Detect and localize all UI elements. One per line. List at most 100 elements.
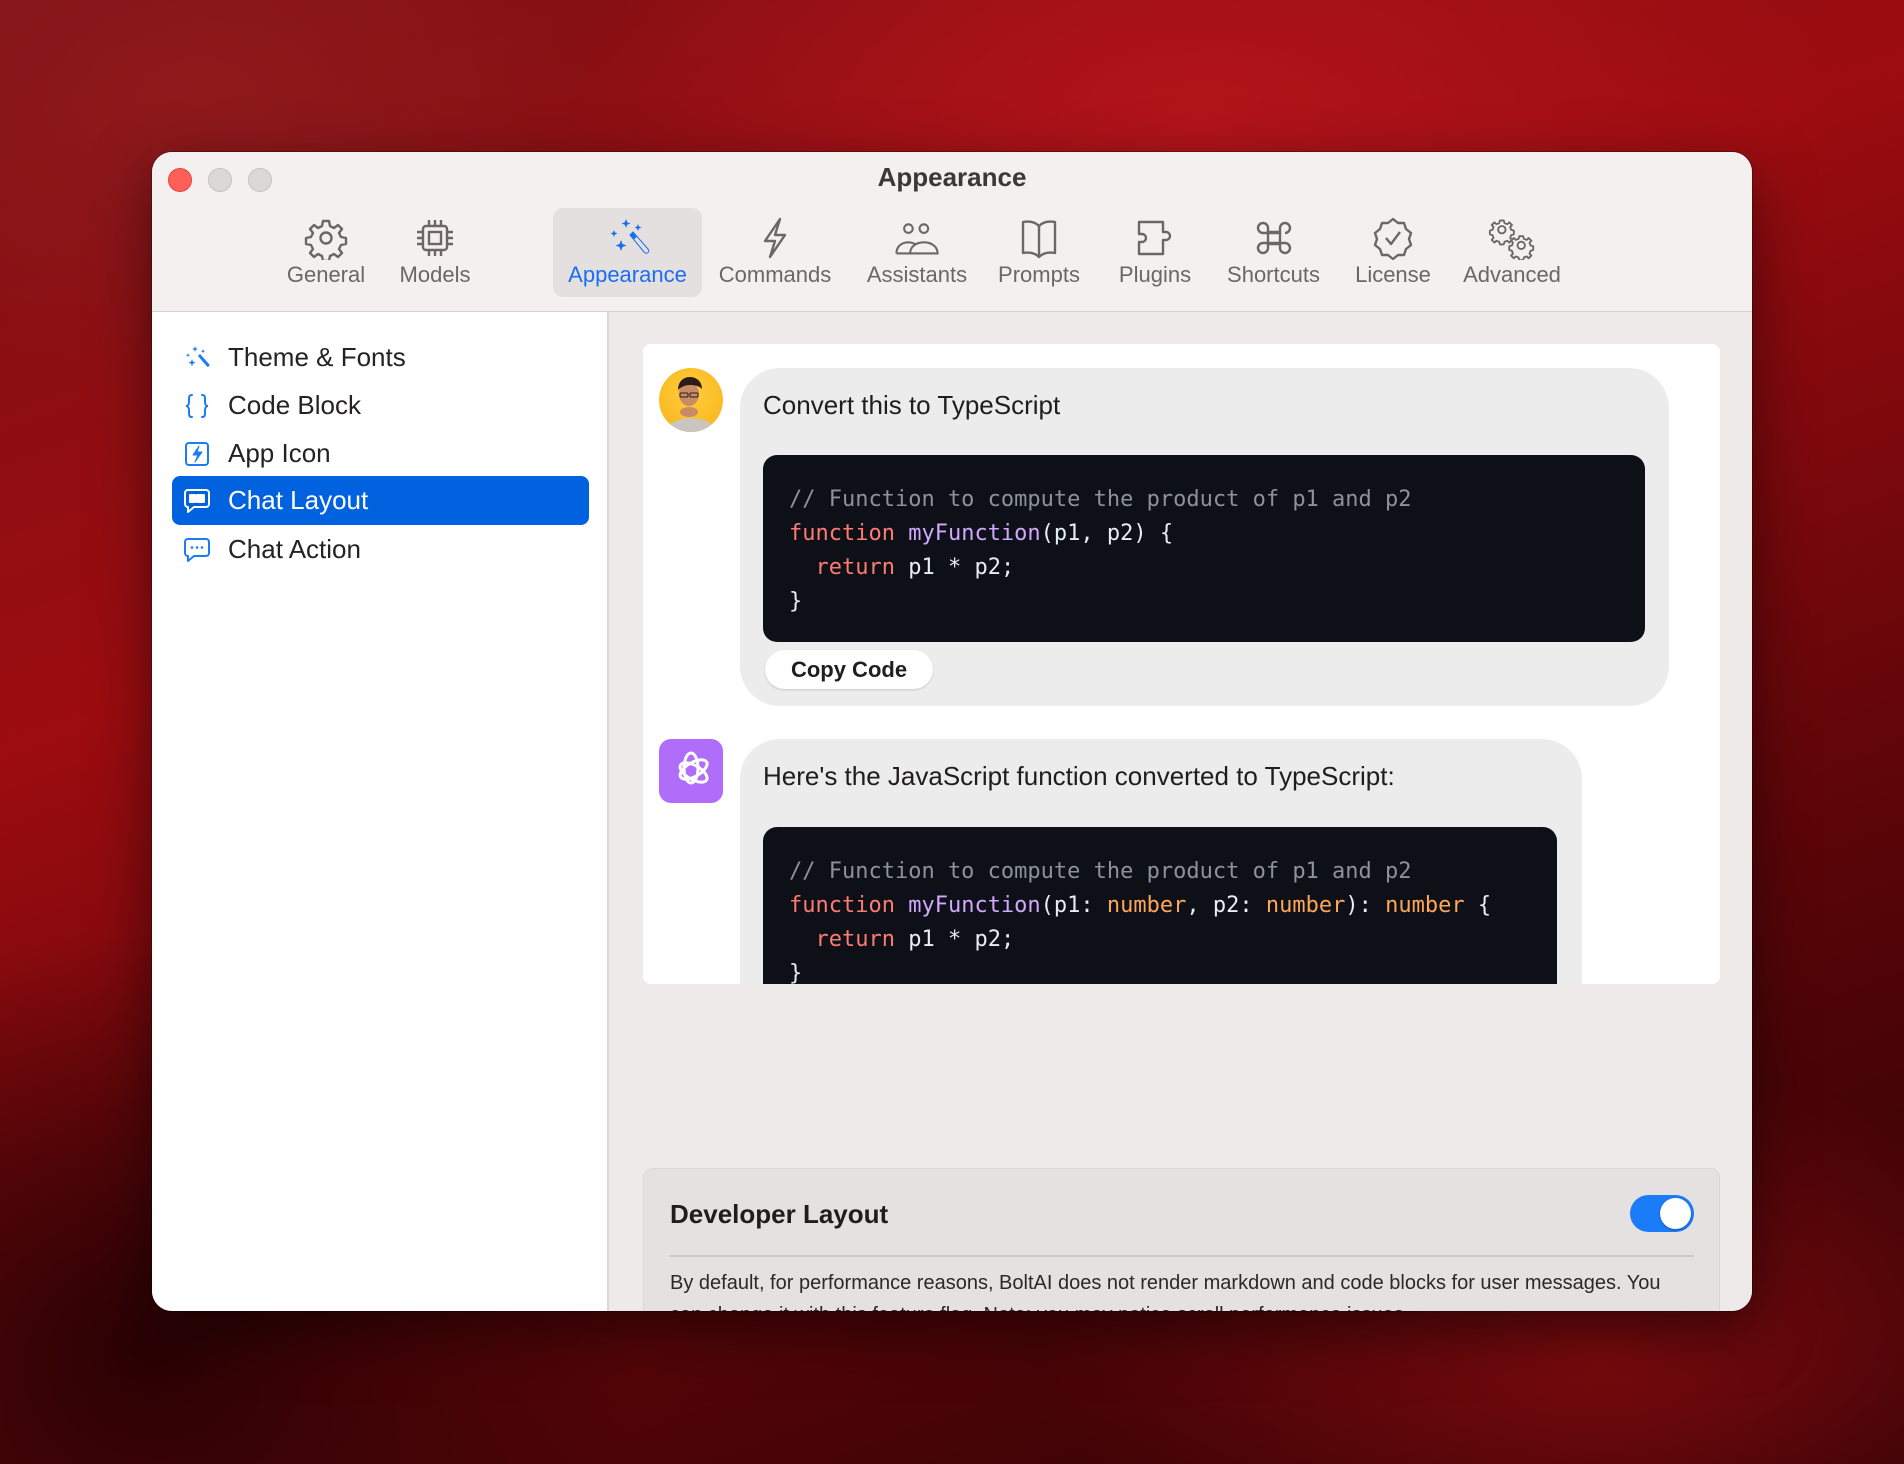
preferences-toolbar: General Models Appearance Commands Assis…: [152, 208, 1752, 312]
tab-advanced[interactable]: Advanced: [1452, 208, 1572, 297]
code-token: }: [789, 961, 803, 984]
sidebar-item-label: Chat Layout: [228, 485, 369, 515]
code-line: // Function to compute the product of p1…: [789, 483, 1645, 517]
code-token: number: [1385, 893, 1465, 918]
developer-layout-toggle[interactable]: [1630, 1195, 1694, 1232]
sidebar-item-label: Theme & Fonts: [228, 342, 406, 372]
code-token: myFunction: [908, 893, 1041, 918]
code-token: number: [1106, 893, 1187, 918]
code-token: (p1, p2) {: [1040, 521, 1174, 546]
sidebar: Theme & Fonts Code Block App Icon Chat L…: [152, 312, 609, 1311]
code-token: myFunction: [908, 521, 1041, 546]
sidebar-item-label: Chat Action: [228, 534, 361, 564]
tab-label: General: [286, 262, 366, 287]
code-line: function myFunction(p1: number, p2: numb…: [789, 889, 1557, 923]
magic-wand-icon: [182, 343, 212, 373]
tab-prompts[interactable]: Prompts: [989, 208, 1089, 297]
window-title: Appearance: [877, 162, 1027, 192]
user-message-text: Convert this to TypeScript: [763, 390, 1061, 420]
code-token: return: [815, 555, 895, 580]
settings-window: Appearance General Models Appearance Com…: [152, 152, 1752, 1311]
sidebar-item-theme-fonts[interactable]: Theme & Fonts: [172, 333, 589, 382]
puzzle-icon: [1131, 216, 1179, 260]
code-token: , p2:: [1186, 893, 1266, 918]
developer-layout-description: By default, for performance reasons, Bol…: [670, 1272, 1661, 1311]
code-line: }: [789, 585, 1645, 619]
user-message-bubble: Convert this to TypeScript // Function t…: [740, 368, 1669, 706]
tab-label: Advanced: [1463, 262, 1561, 287]
bolt-square-icon: [182, 439, 212, 469]
tab-models[interactable]: Models: [390, 208, 480, 297]
divider: [670, 1255, 1694, 1257]
bolt-icon: [751, 216, 799, 260]
tab-plugins[interactable]: Plugins: [1107, 208, 1203, 297]
tab-shortcuts[interactable]: Shortcuts: [1216, 208, 1331, 297]
assistant-message-bubble: Here's the JavaScript function converted…: [740, 739, 1582, 984]
code-token: p1 * p2;: [894, 555, 1015, 580]
curly-braces-icon: [182, 391, 212, 421]
code-token: // Function to compute the product of p1…: [789, 487, 1412, 512]
developer-layout-card: Developer Layout By default, for perform…: [643, 1168, 1720, 1311]
code-token: number: [1265, 893, 1346, 918]
code-token: p1 * p2;: [894, 927, 1015, 952]
sidebar-item-app-icon[interactable]: App Icon: [172, 429, 589, 478]
code-line: }: [789, 957, 1557, 984]
tab-label: Prompts: [998, 262, 1080, 287]
chat-layout-preview: Convert this to TypeScript // Function t…: [643, 344, 1720, 984]
sidebar-item-chat-action[interactable]: Chat Action: [172, 525, 589, 574]
gear-icon: [302, 216, 350, 260]
content-area: Convert this to TypeScript // Function t…: [609, 312, 1752, 1311]
code-token: {: [1464, 893, 1492, 918]
tab-label: Shortcuts: [1227, 262, 1320, 287]
code-token: // Function to compute the product of p1…: [789, 859, 1412, 884]
code-block: // Function to compute the product of p1…: [763, 827, 1557, 984]
tab-label: Models: [399, 262, 471, 287]
chat-ellipsis-icon: [182, 535, 212, 565]
chip-icon: [411, 216, 459, 260]
code-token: function: [789, 893, 895, 918]
magic-wand-icon: [604, 216, 652, 260]
code-token: function: [789, 521, 895, 546]
tab-commands[interactable]: Commands: [713, 208, 837, 297]
code-token: return: [815, 927, 895, 952]
tab-label: Assistants: [866, 262, 968, 287]
tab-label: Appearance: [568, 262, 687, 287]
code-line: return p1 * p2;: [789, 551, 1645, 585]
user-avatar: [659, 368, 723, 432]
code-block: // Function to compute the product of p1…: [763, 455, 1645, 642]
chat-layout-icon: [182, 486, 212, 516]
tab-label: Plugins: [1118, 262, 1192, 287]
copy-code-button[interactable]: Copy Code: [765, 650, 933, 689]
assistant-avatar: [659, 739, 723, 803]
assistant-message-text: Here's the JavaScript function converted…: [763, 761, 1395, 791]
sidebar-item-label: Code Block: [228, 390, 361, 420]
openai-logo-icon: [678, 751, 709, 785]
tab-assistants[interactable]: Assistants: [857, 208, 977, 297]
toggle-knob: [1660, 1198, 1691, 1229]
people-icon: [893, 216, 941, 260]
code-token: ):: [1345, 893, 1386, 918]
sidebar-item-chat-layout[interactable]: Chat Layout: [172, 476, 589, 525]
book-icon: [1015, 216, 1063, 260]
gears-icon: [1488, 216, 1536, 260]
code-line: return p1 * p2;: [789, 923, 1557, 957]
title-bar: Appearance General Models Appearance Com…: [152, 152, 1752, 312]
checkmark-seal-icon: [1369, 216, 1417, 260]
code-line: function myFunction(p1, p2) {: [789, 517, 1645, 551]
tab-license[interactable]: License: [1345, 208, 1441, 297]
command-icon: [1250, 216, 1298, 260]
tab-label: Commands: [718, 262, 832, 287]
tab-general[interactable]: General: [276, 208, 376, 297]
code-line: // Function to compute the product of p1…: [789, 855, 1557, 889]
code-token: }: [789, 589, 803, 614]
tab-label: License: [1355, 262, 1431, 287]
sidebar-item-label: App Icon: [228, 438, 331, 468]
sidebar-item-code-block[interactable]: Code Block: [172, 381, 589, 430]
code-token: (p1:: [1040, 893, 1107, 918]
tab-appearance[interactable]: Appearance: [553, 208, 702, 297]
developer-layout-title: Developer Layout: [670, 1199, 889, 1229]
